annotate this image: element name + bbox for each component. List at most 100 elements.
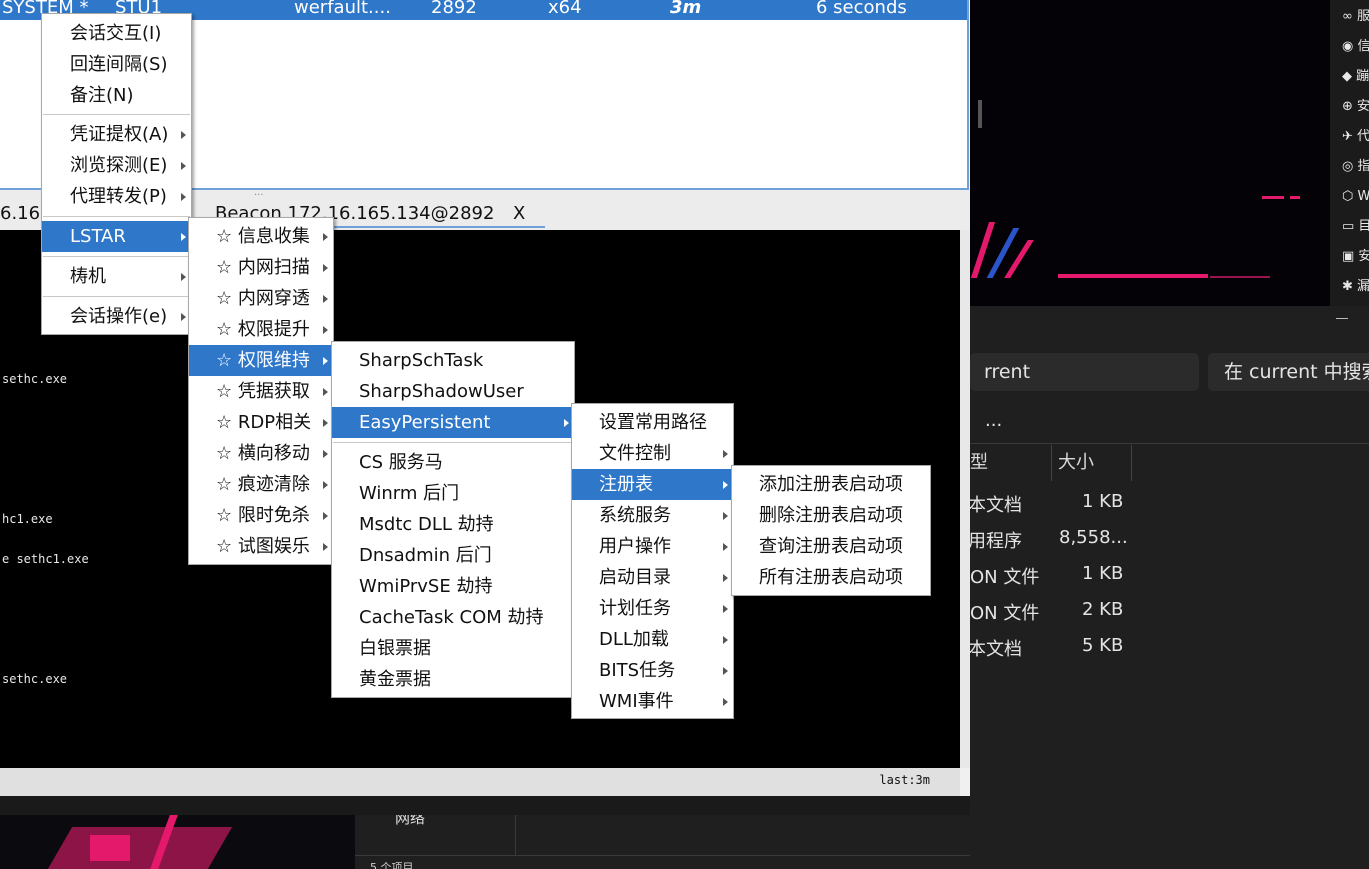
nav-item-network[interactable]: 网络 <box>395 815 425 828</box>
rail-item[interactable]: ◉ 信 <box>1342 37 1369 57</box>
console-line: hc1.exe <box>2 512 53 526</box>
column-header-type[interactable]: 型 <box>970 445 1050 481</box>
menu-item-service[interactable]: 系统服务 <box>572 500 733 531</box>
tab-close-button[interactable]: X <box>513 200 525 228</box>
command-input-area[interactable] <box>0 796 970 815</box>
file-type-cell: 本文档 <box>968 495 1022 516</box>
menu-item-cs-service[interactable]: CS 服务马 <box>332 447 574 478</box>
context-menu-registry: 添加注册表启动项 删除注册表启动项 查询注册表启动项 所有注册表启动项 <box>731 465 931 596</box>
menu-item-credentials[interactable]: ☆ 凭据获取 <box>189 376 333 407</box>
context-menu-easypersistent: 设置常用路径 文件控制 注册表 系统服务 用户操作 启动目录 计划任务 DLL加… <box>571 403 734 719</box>
toolbar-divider <box>970 443 1369 444</box>
console-line: sethc.exe <box>2 372 68 386</box>
rail-item[interactable]: ▭ 目 <box>1342 217 1369 237</box>
menu-item-user-ops[interactable]: 用户操作 <box>572 531 733 562</box>
menu-item-lateral[interactable]: ☆ 横向移动 <box>189 438 333 469</box>
menu-item-cachetask[interactable]: CacheTask COM 劫持 <box>332 602 574 633</box>
menu-item-startup[interactable]: 启动目录 <box>572 562 733 593</box>
menu-item-bits[interactable]: BITS任务 <box>572 655 733 686</box>
menu-item-winrm[interactable]: Winrm 后门 <box>332 478 574 509</box>
menu-item-dll[interactable]: DLL加载 <box>572 624 733 655</box>
menu-item-lstar[interactable]: LSTAR <box>42 221 191 252</box>
column-divider[interactable] <box>1051 445 1052 481</box>
submenu-arrow-icon <box>564 419 569 427</box>
menu-item-taoji[interactable]: 梼机 <box>42 261 191 292</box>
submenu-arrow-icon <box>181 313 186 321</box>
menu-item-privesc[interactable]: ☆ 权限提升 <box>189 314 333 345</box>
menu-item-wmiprvse[interactable]: WmiPrvSE 劫持 <box>332 571 574 602</box>
file-type-cell: 本文档 <box>968 639 1022 660</box>
file-size-cell: 1 KB <box>1082 563 1124 584</box>
column-header-size[interactable]: 大小 <box>1058 445 1130 481</box>
menu-item-session[interactable]: 会话操作(e) <box>42 301 191 332</box>
context-menu-lstar: ☆ 信息收集 ☆ 内网扫描 ☆ 内网穿透 ☆ 权限提升 ☆ 权限维持 ☆ 凭据获… <box>188 217 334 565</box>
rail-item[interactable]: ✱ 漏 <box>1342 277 1369 297</box>
minimize-icon[interactable] <box>1336 318 1348 319</box>
menu-item-wmi[interactable]: WMI事件 <box>572 686 733 717</box>
menu-item-rdp[interactable]: ☆ RDP相关 <box>189 407 333 438</box>
menu-item-query-run-key[interactable]: 查询注册表启动项 <box>732 531 930 562</box>
console-line: e sethc1.exe <box>2 552 89 566</box>
menu-item-pivoting[interactable]: 代理转发(P) <box>42 181 191 212</box>
submenu-arrow-icon <box>181 193 186 201</box>
console-scrollbar[interactable] <box>960 230 970 768</box>
menu-item-note[interactable]: 备注(N) <box>42 80 191 111</box>
item-count: 5 个项目 <box>370 861 414 869</box>
menu-item-explore[interactable]: 浏览探测(E) <box>42 150 191 181</box>
cell-last: 3m <box>670 0 702 18</box>
menu-item-sharpshadowuser[interactable]: SharpShadowUser <box>332 376 574 407</box>
rail-item[interactable]: ⬡ W <box>1342 187 1369 207</box>
file-size-cell: 5 KB <box>1082 635 1124 656</box>
menu-item-interact[interactable]: 会话交互(I) <box>42 18 191 49</box>
menu-item-access[interactable]: 凭证提权(A) <box>42 119 191 150</box>
menu-item-sleep[interactable]: 回连间隔(S) <box>42 49 191 80</box>
menu-item-schtask[interactable]: 计划任务 <box>572 593 733 624</box>
submenu-arrow-icon <box>181 273 186 281</box>
menu-item-msdtc[interactable]: Msdtc DLL 劫持 <box>332 509 574 540</box>
menu-item-all-run-keys[interactable]: 所有注册表启动项 <box>732 562 930 593</box>
menu-item-dnsadmin[interactable]: Dnsadmin 后门 <box>332 540 574 571</box>
menu-item-info[interactable]: ☆ 信息收集 <box>189 221 333 252</box>
file-type-cell: ON 文件 <box>970 603 1040 624</box>
menu-item-delete-run-key[interactable]: 删除注册表启动项 <box>732 500 930 531</box>
cell-arch: x64 <box>548 0 582 18</box>
search-input[interactable]: 在 current 中搜索 <box>1208 353 1369 391</box>
rail-item[interactable]: ⊕ 安 <box>1342 97 1369 117</box>
status-last: last:3m <box>879 773 930 787</box>
column-divider[interactable] <box>1131 445 1132 481</box>
side-toolbar: ∞ 服 ◉ 信 ◆ 蹦 ⊕ 安 ✈ 代 ◎ 指 ⬡ W ▭ 目 ▣ 安 ✱ 漏 <box>1330 0 1369 306</box>
submenu-arrow-icon <box>181 162 186 170</box>
menu-item-scan[interactable]: ☆ 内网扫描 <box>189 252 333 283</box>
menu-item-tunnel[interactable]: ☆ 内网穿透 <box>189 283 333 314</box>
menu-item-golden-ticket[interactable]: 黄金票据 <box>332 664 574 695</box>
rail-item[interactable]: ◎ 指 <box>1342 157 1369 177</box>
submenu-arrow-icon <box>181 233 186 241</box>
menu-item-cleanup[interactable]: ☆ 痕迹清除 <box>189 469 333 500</box>
cell-sleep: 6 seconds <box>816 0 907 18</box>
menu-item-easypersistent[interactable]: EasyPersistent <box>332 407 574 438</box>
rail-item[interactable]: ◆ 蹦 <box>1342 67 1369 87</box>
cell-pid: 2892 <box>431 0 477 18</box>
menu-item-registry[interactable]: 注册表 <box>572 469 733 500</box>
rail-item[interactable]: ▣ 安 <box>1342 247 1369 267</box>
menu-item-silver-ticket[interactable]: 白银票据 <box>332 633 574 664</box>
menu-item-set-path[interactable]: 设置常用路径 <box>572 407 733 438</box>
menu-item-file-control[interactable]: 文件控制 <box>572 438 733 469</box>
cell-process: werfault.... <box>294 0 391 18</box>
menu-item-fun[interactable]: ☆ 试图娱乐 <box>189 531 333 562</box>
rail-item[interactable]: ✈ 代 <box>1342 127 1369 147</box>
file-type-cell: 用程序 <box>968 531 1022 552</box>
address-bar[interactable]: rrent <box>970 353 1199 391</box>
file-type-cell: ON 文件 <box>970 567 1040 588</box>
context-menu-main: 会话交互(I) 回连间隔(S) 备注(N) 凭证提权(A) 浏览探测(E) 代理… <box>41 13 192 335</box>
file-size-cell: 1 KB <box>1082 491 1124 512</box>
menu-item-sharpschtask[interactable]: SharpSchTask <box>332 345 574 376</box>
console-line: sethc.exe <box>2 672 68 686</box>
menu-item-add-run-key[interactable]: 添加注册表启动项 <box>732 469 930 500</box>
submenu-arrow-icon <box>181 131 186 139</box>
more-options-button[interactable]: ... <box>985 410 1002 431</box>
menu-item-persistence[interactable]: ☆ 权限维持 <box>189 345 333 376</box>
rail-item[interactable]: ∞ 服 <box>1342 7 1369 27</box>
background-strip: 网络 5 个项目 <box>0 815 970 869</box>
menu-item-evasion[interactable]: ☆ 限时免杀 <box>189 500 333 531</box>
